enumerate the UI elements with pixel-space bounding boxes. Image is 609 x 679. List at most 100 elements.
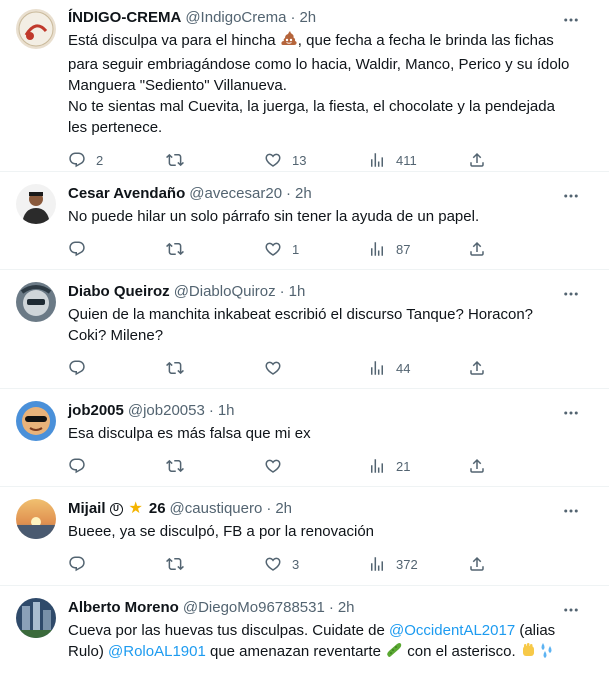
- retweet-icon: [166, 457, 184, 475]
- reply-button[interactable]: [68, 457, 166, 475]
- mention-link[interactable]: @RoloAL1901: [108, 643, 206, 660]
- like-button[interactable]: [264, 457, 368, 475]
- share-button[interactable]: [468, 240, 486, 258]
- views-count: 44: [396, 360, 411, 376]
- share-button[interactable]: [468, 555, 486, 573]
- display-name[interactable]: Cesar Avendaño: [68, 184, 185, 204]
- username[interactable]: @DiabloQuiroz: [174, 282, 276, 302]
- views-button[interactable]: 372: [368, 555, 468, 573]
- more-icon[interactable]: [561, 284, 581, 304]
- views-icon: [368, 555, 386, 573]
- more-icon[interactable]: [561, 186, 581, 206]
- tweet[interactable]: Diabo Queiroz @DiabloQuiroz · 1h Quien d…: [0, 270, 609, 389]
- views-button[interactable]: 44: [368, 359, 468, 377]
- separator-dot: ·: [208, 402, 214, 419]
- display-name[interactable]: Alberto Moreno: [68, 598, 179, 618]
- tweet[interactable]: job2005 @job20053 · 1h Esa disculpa es m…: [0, 389, 609, 487]
- retweet-button[interactable]: [166, 240, 264, 258]
- separator-dot: ·: [290, 9, 296, 26]
- tweet[interactable]: Alberto Moreno @DiegoMo96788531 · 2h Cue…: [0, 586, 609, 679]
- reply-button[interactable]: [68, 555, 166, 573]
- retweet-button[interactable]: [166, 151, 264, 169]
- sweat-droplets-emoji-icon: [538, 641, 556, 665]
- username[interactable]: @DiegoMo96788531: [183, 598, 325, 618]
- like-icon: [264, 359, 282, 377]
- separator-dot: ·: [328, 599, 334, 616]
- tweet[interactable]: Cesar Avendaño @avecesar20 · 2h No puede…: [0, 172, 609, 270]
- display-name[interactable]: job2005: [68, 401, 124, 421]
- share-button[interactable]: [468, 359, 486, 377]
- views-count: 87: [396, 241, 411, 257]
- retweet-button[interactable]: [166, 457, 264, 475]
- share-icon: [468, 359, 486, 377]
- retweet-icon: [166, 359, 184, 377]
- views-icon: [368, 240, 386, 258]
- display-name[interactable]: ÍNDIGO-CREMA: [68, 8, 181, 28]
- tweet-text: Cueva por las huevas tus disculpas. Cuid…: [68, 620, 593, 665]
- views-count: 411: [396, 152, 417, 168]
- reply-icon: [68, 359, 86, 377]
- tweet-text: No puede hilar un solo párrafo sin tener…: [68, 208, 480, 225]
- avatar[interactable]: [16, 499, 56, 539]
- retweet-button[interactable]: [166, 555, 264, 573]
- tweet-text: Está disculpa va para el hincha , que fe…: [68, 30, 593, 138]
- reply-icon: [68, 151, 86, 169]
- separator-dot: ·: [279, 283, 285, 300]
- like-button[interactable]: 1: [264, 240, 368, 258]
- badge-number: 26: [148, 500, 166, 517]
- more-icon[interactable]: [561, 10, 581, 30]
- timestamp[interactable]: 2h: [295, 184, 312, 204]
- username[interactable]: @caustiquero: [170, 499, 263, 519]
- share-icon: [468, 151, 486, 169]
- retweet-icon: [166, 555, 184, 573]
- share-button[interactable]: [468, 151, 486, 169]
- avatar[interactable]: [16, 9, 56, 49]
- more-icon[interactable]: [561, 600, 581, 620]
- like-count: 1: [292, 241, 300, 257]
- like-icon: [264, 457, 282, 475]
- reply-button[interactable]: 2: [68, 151, 166, 169]
- tweet[interactable]: Mijail U ★ 26 @caustiquero · 2h Bueee, y…: [0, 487, 609, 586]
- tweet[interactable]: ÍNDIGO-CREMA @IndigoCrema · 2h Está disc…: [0, 0, 609, 172]
- like-count: 3: [292, 556, 300, 572]
- avatar[interactable]: [16, 184, 56, 224]
- username[interactable]: @avecesar20: [189, 184, 282, 204]
- views-button[interactable]: 21: [368, 457, 468, 475]
- timestamp[interactable]: 2h: [299, 8, 316, 28]
- timestamp[interactable]: 2h: [275, 499, 292, 519]
- share-button[interactable]: [468, 457, 486, 475]
- fist-emoji-icon: [520, 641, 538, 665]
- mention-link[interactable]: @OccidentAL2017: [389, 622, 515, 639]
- star-icon: ★: [128, 500, 143, 517]
- like-button[interactable]: 13: [264, 151, 368, 169]
- more-icon[interactable]: [561, 501, 581, 521]
- display-name[interactable]: Diabo Queiroz: [68, 282, 170, 302]
- avatar[interactable]: [16, 598, 56, 638]
- reply-icon: [68, 457, 86, 475]
- retweet-button[interactable]: [166, 359, 264, 377]
- reply-count: 2: [96, 152, 104, 168]
- retweet-icon: [166, 151, 184, 169]
- more-icon[interactable]: [561, 403, 581, 423]
- share-icon: [468, 240, 486, 258]
- timestamp[interactable]: 2h: [338, 598, 355, 618]
- like-count: 13: [292, 152, 307, 168]
- avatar[interactable]: [16, 401, 56, 441]
- profile-badge: U: [109, 502, 123, 516]
- like-button[interactable]: [264, 359, 368, 377]
- reply-button[interactable]: [68, 240, 166, 258]
- views-button[interactable]: 411: [368, 151, 468, 169]
- username[interactable]: @job20053: [128, 401, 205, 421]
- like-icon: [264, 240, 282, 258]
- display-name[interactable]: Mijail: [68, 499, 106, 519]
- like-button[interactable]: 3: [264, 555, 368, 573]
- reply-button[interactable]: [68, 359, 166, 377]
- timestamp[interactable]: 1h: [218, 401, 235, 421]
- views-button[interactable]: 87: [368, 240, 468, 258]
- views-count: 21: [396, 458, 411, 474]
- views-icon: [368, 359, 386, 377]
- views-icon: [368, 151, 386, 169]
- avatar[interactable]: [16, 282, 56, 322]
- username[interactable]: @IndigoCrema: [185, 8, 286, 28]
- timestamp[interactable]: 1h: [289, 282, 306, 302]
